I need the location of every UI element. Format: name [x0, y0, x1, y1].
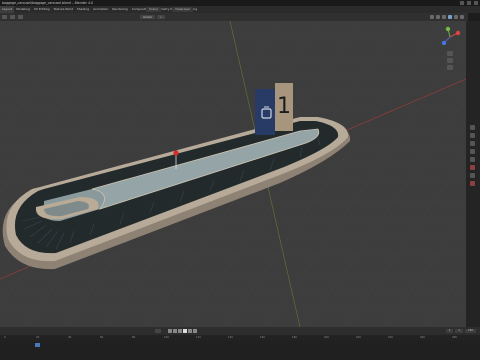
- tab-texture-paint[interactable]: Texture Paint: [52, 6, 75, 13]
- baggage-sign-front: [255, 89, 275, 135]
- tool-properties-icon[interactable]: [470, 125, 475, 130]
- jump-start-icon[interactable]: [168, 329, 172, 333]
- properties-sidebar: [466, 21, 480, 327]
- modifier-properties-icon[interactable]: [470, 181, 475, 186]
- snap-icon[interactable]: ⌖: [156, 15, 165, 19]
- view-menu-icon[interactable]: [18, 15, 23, 19]
- next-keyframe-icon[interactable]: [188, 329, 192, 333]
- mode-icon[interactable]: [10, 15, 15, 19]
- world-properties-icon[interactable]: [470, 165, 475, 170]
- view-layer-selector[interactable]: ViewLayer: [172, 7, 194, 12]
- object-properties-icon[interactable]: [470, 173, 475, 178]
- zoom-icon: [447, 51, 453, 56]
- tab-layout[interactable]: Layout: [0, 6, 15, 13]
- x-axis-icon: [455, 30, 461, 36]
- transform-orientation[interactable]: Global: [140, 15, 155, 19]
- playback-controls: [168, 329, 197, 333]
- viewport-header: Global ⌖: [0, 13, 468, 21]
- 3d-cursor-icon[interactable]: [173, 150, 179, 156]
- material-shading-icon[interactable]: [454, 15, 458, 19]
- scene-canvas: 1: [0, 21, 466, 327]
- keyframe-icon[interactable]: [155, 329, 161, 333]
- start-frame-field[interactable]: 1: [455, 329, 464, 333]
- tab-rendering[interactable]: Rendering: [110, 6, 129, 13]
- minimize-icon[interactable]: [460, 1, 464, 5]
- play-reverse-icon[interactable]: [178, 329, 182, 333]
- timeline: 1 1 250 0 20 40 60 80 100 120 140 160 18…: [0, 327, 480, 360]
- timeline-track[interactable]: [0, 341, 480, 360]
- overlay-icon[interactable]: [430, 15, 434, 19]
- scene-properties-icon[interactable]: [470, 157, 475, 162]
- z-axis-icon: [441, 40, 447, 46]
- tab-animation[interactable]: Animation: [91, 6, 110, 13]
- pan-icon: [447, 58, 453, 63]
- editor-type-icon[interactable]: [2, 15, 7, 19]
- window-controls: [460, 1, 478, 5]
- maximize-icon[interactable]: [467, 1, 471, 5]
- timeline-header: 1 1 250: [0, 327, 480, 335]
- output-properties-icon[interactable]: [470, 141, 475, 146]
- prev-keyframe-icon[interactable]: [173, 329, 177, 333]
- view-layer-properties-icon[interactable]: [470, 149, 475, 154]
- navigation-gizmo[interactable]: [436, 25, 464, 73]
- current-frame-field[interactable]: 1: [445, 329, 454, 333]
- camera-view-icon: [447, 65, 453, 70]
- scene-selector[interactable]: Scene: [146, 7, 162, 12]
- tab-uv-editing[interactable]: UV Editing: [32, 6, 52, 13]
- end-frame-field[interactable]: 250: [465, 329, 476, 333]
- xray-icon[interactable]: [436, 15, 440, 19]
- y-axis-icon: [445, 26, 451, 32]
- tab-modeling[interactable]: Modeling: [14, 6, 32, 13]
- workspace-tabs: Layout Modeling UV Editing Texture Paint…: [0, 6, 480, 13]
- sign-number: 1: [277, 94, 291, 119]
- 3d-viewport[interactable]: 1: [0, 21, 466, 327]
- tab-shading[interactable]: Shading: [75, 6, 91, 13]
- jump-end-icon[interactable]: [193, 329, 197, 333]
- wireframe-shading-icon[interactable]: [442, 15, 446, 19]
- frame-range: 1 1 250: [445, 329, 476, 333]
- render-properties-icon[interactable]: [470, 133, 475, 138]
- play-icon[interactable]: [183, 329, 187, 333]
- solid-shading-icon[interactable]: [448, 15, 452, 19]
- rendered-shading-icon[interactable]: [460, 15, 464, 19]
- playhead[interactable]: [35, 343, 40, 347]
- close-icon[interactable]: [474, 1, 478, 5]
